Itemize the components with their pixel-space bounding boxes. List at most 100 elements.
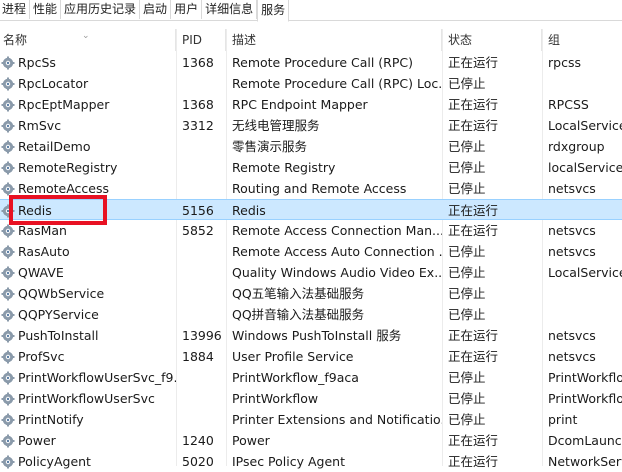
service-description: Printer Extensions and Notificatio... xyxy=(232,412,442,427)
tab-2[interactable]: 应用历史记录 xyxy=(61,0,141,19)
service-description: QQ拼音输入法基础服务 xyxy=(232,307,365,322)
service-gear-icon xyxy=(1,391,15,406)
table-row[interactable]: PrintWorkflowUserSvc_f9... PrintWorkflow_… xyxy=(0,367,622,388)
table-row[interactable]: PrintWorkflowUserSvc PrintWorkflow 已停止 Prin… xyxy=(0,388,622,409)
service-status: 已停止 xyxy=(448,181,486,196)
service-pid xyxy=(176,283,226,304)
service-group: netsvcs xyxy=(548,349,596,364)
service-group xyxy=(542,200,622,221)
service-name: RpcSs xyxy=(18,55,56,70)
table-row[interactable]: RpcEptMapper 1368 RPC Endpoint Mapper 正在运行 R… xyxy=(0,94,622,115)
service-name-cell: QWAVE xyxy=(0,262,176,283)
service-gear-icon xyxy=(1,97,15,112)
column-header-name-label: 名称 xyxy=(3,33,28,47)
table-row[interactable]: RasAuto Remote Access Auto Connection ...… xyxy=(0,241,622,262)
service-group xyxy=(542,304,622,325)
service-gear-icon xyxy=(1,433,15,448)
table-row[interactable]: RemoteRegistry Remote Registry 已停止 localSer… xyxy=(0,157,622,178)
service-status: 正在运行 xyxy=(448,118,499,133)
service-pid: 5156 xyxy=(182,203,214,218)
service-name: QWAVE xyxy=(18,265,64,280)
service-name-cell: RpcEptMapper xyxy=(0,94,176,115)
table-row[interactable]: QQWbService QQ五笔输入法基础服务 已停止 xyxy=(0,283,622,304)
service-name: PrintWorkflowUserSvc_f9... xyxy=(18,370,176,385)
service-name-cell: Power xyxy=(0,430,176,451)
table-row[interactable]: QWAVE Quality Windows Audio Video Ex... 已停… xyxy=(0,262,622,283)
column-header-name[interactable]: ⌄ 名称 xyxy=(0,29,176,51)
column-header-group-label: 组 xyxy=(548,33,561,47)
service-name: RpcLocator xyxy=(18,76,89,91)
service-status: 正在运行 xyxy=(448,97,499,112)
service-description: Remote Access Connection Man... xyxy=(232,223,442,238)
service-status: 已停止 xyxy=(448,76,486,91)
column-header-status[interactable]: 状态 xyxy=(442,29,542,51)
service-name: RmSvc xyxy=(18,118,62,133)
service-status: 已停止 xyxy=(448,370,486,385)
service-name-cell: PrintWorkflowUserSvc xyxy=(0,388,176,409)
tab-1[interactable]: 性能 xyxy=(30,0,62,19)
service-group: netsvcs xyxy=(548,181,596,196)
tab-bar: 进程 性能 应用历史记录 启动 用户 详细信息 服务 xyxy=(0,0,622,22)
service-gear-icon xyxy=(1,181,15,196)
service-description: Remote Registry xyxy=(232,160,336,175)
tab-3[interactable]: 启动 xyxy=(140,0,172,19)
table-row[interactable]: PrintNotify Printer Extensions and Notifi… xyxy=(0,409,622,430)
service-name: RetailDemo xyxy=(18,139,91,154)
service-name: RasAuto xyxy=(18,244,70,259)
service-gear-icon xyxy=(1,244,15,259)
service-name-cell: RasAuto xyxy=(0,241,176,262)
table-row[interactable]: PushToInstall 13996 Windows PushToInstall … xyxy=(0,325,622,346)
column-header-group[interactable]: 组 xyxy=(542,29,622,51)
service-group: NetworkServ... xyxy=(548,454,622,469)
service-pid xyxy=(176,409,226,430)
service-gear-icon xyxy=(1,118,15,133)
table-row[interactable]: PolicyAgent 5020 IPsec Policy Agent 正在运行 Net… xyxy=(0,451,622,472)
table-row[interactable]: RpcSs 1368 Remote Procedure Call (RPC) 正在运行… xyxy=(0,52,622,73)
service-gear-icon xyxy=(1,139,15,154)
service-description: IPsec Policy Agent xyxy=(232,454,345,469)
column-header-pid[interactable]: PID xyxy=(176,29,226,51)
table-row[interactable]: QQPYService QQ拼音输入法基础服务 已停止 xyxy=(0,304,622,325)
service-name: RemoteAccess xyxy=(18,181,110,196)
service-status: 正在运行 xyxy=(448,223,499,238)
tab-5[interactable]: 详细信息 xyxy=(202,0,258,19)
column-header-description[interactable]: 描述 xyxy=(226,29,442,51)
service-name-cell: RemoteRegistry xyxy=(0,157,176,178)
table-row[interactable]: ProfSvc 1884 User Profile Service 正在运行 netsv… xyxy=(0,346,622,367)
table-row[interactable]: Power 1240 Power 正在运行 DcomLaunch xyxy=(0,430,622,451)
table-row[interactable]: RpcLocator Remote Procedure Call (RPC) Lo… xyxy=(0,73,622,94)
service-status: 已停止 xyxy=(448,244,486,259)
service-status: 已停止 xyxy=(448,307,486,322)
service-name-cell: QQPYService xyxy=(0,304,176,325)
tab-0[interactable]: 进程 xyxy=(0,0,31,19)
tab-4[interactable]: 用户 xyxy=(171,0,203,19)
column-header-status-label: 状态 xyxy=(448,33,473,47)
service-pid xyxy=(176,367,226,388)
service-description: Quality Windows Audio Video Ex... xyxy=(232,265,442,280)
service-gear-icon xyxy=(1,55,15,70)
service-gear-icon xyxy=(1,412,15,427)
table-row[interactable]: RmSvc 3312 无线电管理服务 正在运行 LocalService... xyxy=(0,115,622,136)
service-description: PrintWorkflow_f9aca xyxy=(232,370,359,385)
service-group: DcomLaunch xyxy=(548,433,622,448)
tab-6[interactable]: 服务 xyxy=(257,0,290,22)
sort-chevron-icon: ⌄ xyxy=(82,31,90,41)
table-row[interactable]: RetailDemo 零售演示服务 已停止 rdxgroup xyxy=(0,136,622,157)
service-gear-icon xyxy=(1,265,15,280)
service-group: rpcss xyxy=(548,55,581,70)
service-pid xyxy=(176,157,226,178)
service-group: netsvcs xyxy=(548,244,596,259)
service-group: RPCSS xyxy=(548,97,589,112)
service-status: 正在运行 xyxy=(448,433,499,448)
service-pid: 5852 xyxy=(182,223,214,238)
service-name-cell: PolicyAgent xyxy=(0,451,176,472)
service-pid: 3312 xyxy=(182,118,214,133)
service-name: PolicyAgent xyxy=(18,454,91,469)
service-name-cell: PushToInstall xyxy=(0,325,176,346)
service-pid xyxy=(176,262,226,283)
service-gear-icon xyxy=(1,349,15,364)
service-gear-icon xyxy=(1,76,15,91)
service-status: 已停止 xyxy=(448,160,486,175)
service-group: localService xyxy=(548,160,622,175)
service-group: LocalService... xyxy=(548,118,622,133)
